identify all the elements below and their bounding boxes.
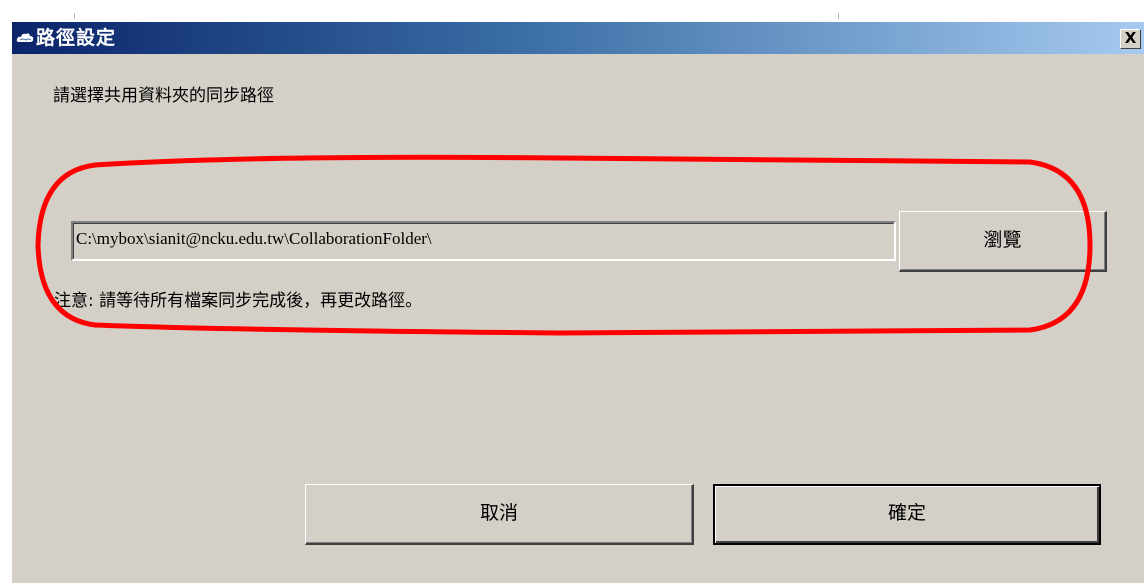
cloud-icon <box>16 33 34 42</box>
close-button[interactable]: X <box>1120 29 1141 49</box>
tick-mark <box>74 13 75 19</box>
ok-button[interactable]: 確定 <box>713 484 1101 545</box>
note-label: 注意: 請等待所有檔案同步完成後，再更改路徑。 <box>54 291 423 311</box>
dialog-title: 路徑設定 <box>36 27 117 49</box>
tick-mark <box>838 13 839 19</box>
cancel-button[interactable]: 取消 <box>305 484 694 545</box>
browse-button[interactable]: 瀏覽 <box>899 211 1107 272</box>
close-icon: X <box>1124 29 1137 47</box>
title-bar[interactable]: 路徑設定 X <box>12 22 1144 54</box>
path-input[interactable]: C:\mybox\sianit@ncku.edu.tw\Collaboratio… <box>71 221 896 261</box>
path-settings-dialog: 路徑設定 X 請選擇共用資料夾的同步路徑 C:\mybox\sianit@nck… <box>12 22 1144 583</box>
instruction-label: 請選擇共用資料夾的同步路徑 <box>53 86 274 106</box>
background-strip <box>0 0 1144 22</box>
path-value: C:\mybox\sianit@ncku.edu.tw\Collaboratio… <box>76 229 432 248</box>
